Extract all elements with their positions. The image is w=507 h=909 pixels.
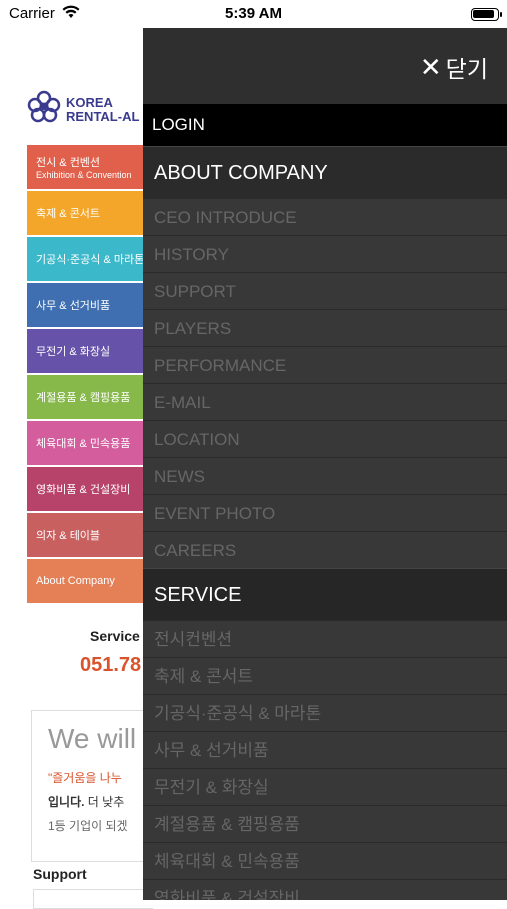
flower-logo-icon bbox=[27, 90, 61, 129]
service-heading[interactable]: SERVICE bbox=[143, 568, 507, 620]
support-box bbox=[33, 889, 153, 909]
menu-item-email[interactable]: E-MAIL bbox=[143, 383, 507, 420]
menu-item-radio[interactable]: 무전기 & 화장실 bbox=[143, 768, 507, 805]
promo-text: 입니다. 더 낮추 bbox=[48, 793, 124, 810]
close-icon: ✕ bbox=[419, 52, 442, 82]
close-label: 닫기 bbox=[445, 56, 488, 82]
category-item[interactable]: 영화비품 & 건설장비 bbox=[27, 467, 152, 511]
clock: 5:39 AM bbox=[225, 5, 282, 22]
status-bar: Carrier 5:39 AM bbox=[0, 0, 507, 28]
drawer-header: ✕ 닫기 bbox=[143, 28, 507, 104]
service-label: Service bbox=[90, 628, 140, 644]
category-item[interactable]: 무전기 & 화장실 bbox=[27, 329, 152, 373]
category-label: 체육대회 & 민속용품 bbox=[36, 438, 131, 450]
about-company-heading[interactable]: ABOUT COMPANY bbox=[143, 146, 507, 198]
login-link[interactable]: LOGIN bbox=[143, 104, 507, 146]
menu-item-film[interactable]: 영화비품 & 건설장비 bbox=[143, 879, 507, 900]
category-label: 의자 & 테이블 bbox=[36, 530, 101, 542]
category-item[interactable]: 의자 & 테이블 bbox=[27, 513, 152, 557]
site-logo[interactable]: KOREA RENTAL-AL bbox=[27, 90, 139, 129]
menu-item-history[interactable]: HISTORY bbox=[143, 235, 507, 272]
promo-box: We will "즐거움을 나누 입니다. 더 낮추 1등 기업이 되겠 bbox=[31, 710, 151, 862]
logo-line1: KOREA bbox=[66, 94, 113, 110]
menu-item-office[interactable]: 사무 & 선거비품 bbox=[143, 731, 507, 768]
category-item[interactable]: 전시 & 컨벤션 Exhibition & Convention bbox=[27, 145, 152, 189]
category-label: 축제 & 콘서트 bbox=[36, 208, 101, 220]
menu-item-performance[interactable]: PERFORMANCE bbox=[143, 346, 507, 383]
menu-item-players[interactable]: PLAYERS bbox=[143, 309, 507, 346]
promo-quote: "즐거움을 나누 bbox=[48, 771, 122, 785]
category-label: 전시 & 컨벤션 bbox=[36, 157, 101, 169]
menu-item-location[interactable]: LOCATION bbox=[143, 420, 507, 457]
promo-bold-text: 입니다. bbox=[48, 795, 85, 809]
battery-icon bbox=[471, 8, 502, 21]
logo-line2: RENTAL-AL bbox=[66, 108, 140, 124]
menu-item-news[interactable]: NEWS bbox=[143, 457, 507, 494]
side-drawer: ✕ 닫기 LOGIN ABOUT COMPANY CEO INTRODUCE H… bbox=[143, 28, 507, 900]
category-sublabel: Exhibition & Convention bbox=[36, 170, 132, 180]
category-item[interactable]: 축제 & 콘서트 bbox=[27, 191, 152, 235]
category-item[interactable]: 체육대회 & 민속용품 bbox=[27, 421, 152, 465]
menu-item-event-photo[interactable]: EVENT PHOTO bbox=[143, 494, 507, 531]
category-item[interactable]: About Company bbox=[27, 559, 152, 603]
promo-heading: We will bbox=[48, 723, 137, 754]
category-label: 계절용품 & 캠핑용품 bbox=[36, 392, 131, 404]
category-item[interactable]: 기공식·준공식 & 마라톤 bbox=[27, 237, 152, 281]
menu-item-exhibition[interactable]: 전시컨벤션 bbox=[143, 620, 507, 657]
category-item[interactable]: 계절용품 & 캠핑용품 bbox=[27, 375, 152, 419]
category-item[interactable]: 사무 & 선거비품 bbox=[27, 283, 152, 327]
category-label: 영화비품 & 건설장비 bbox=[36, 484, 131, 496]
close-button[interactable]: ✕ 닫기 bbox=[420, 50, 488, 84]
category-menu: 전시 & 컨벤션 Exhibition & Convention 축제 & 콘서트… bbox=[27, 145, 152, 605]
category-label: 사무 & 선거비품 bbox=[36, 300, 111, 312]
menu-item-ceo-introduce[interactable]: CEO INTRODUCE bbox=[143, 198, 507, 235]
category-label: 무전기 & 화장실 bbox=[36, 346, 111, 358]
category-label: 기공식·준공식 & 마라톤 bbox=[36, 254, 145, 266]
promo-text1: 더 낮추 bbox=[84, 795, 125, 809]
service-phone[interactable]: 051.78 bbox=[80, 654, 141, 677]
menu-item-seasonal[interactable]: 계절용품 & 캠핑용품 bbox=[143, 805, 507, 842]
category-label: About Company bbox=[36, 575, 115, 587]
menu-item-support[interactable]: SUPPORT bbox=[143, 272, 507, 309]
menu-item-festival[interactable]: 축제 & 콘서트 bbox=[143, 657, 507, 694]
support-label: Support bbox=[33, 866, 87, 882]
promo-text2: 1등 기업이 되겠 bbox=[48, 819, 128, 833]
menu-item-ceremony[interactable]: 기공식·준공식 & 마라톤 bbox=[143, 694, 507, 731]
menu-item-careers[interactable]: CAREERS bbox=[143, 531, 507, 568]
menu-item-sports[interactable]: 체육대회 & 민속용품 bbox=[143, 842, 507, 879]
